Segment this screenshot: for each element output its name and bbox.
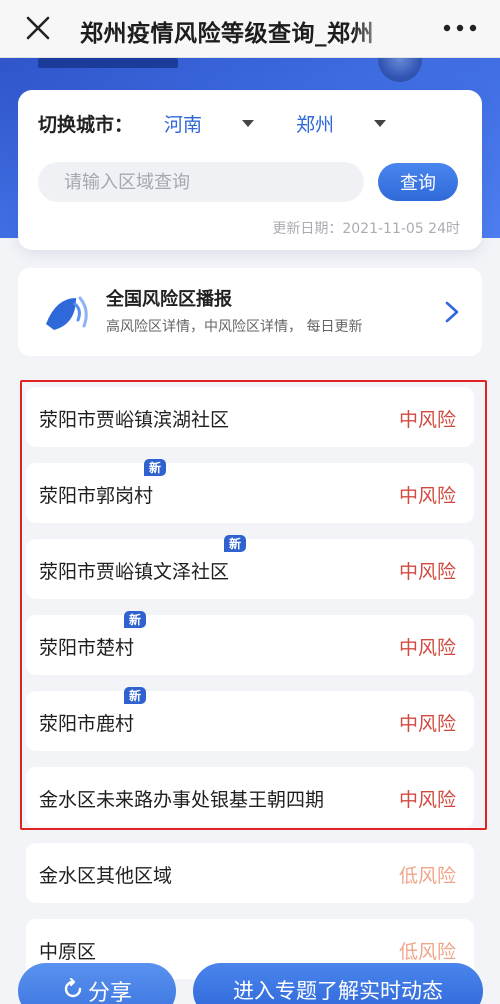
- chevron-right-icon: [445, 301, 459, 323]
- risk-list-item[interactable]: 金水区其他区域 低风险: [26, 843, 474, 903]
- area-name: 荥阳市贾峪镇滨湖社区: [39, 409, 230, 431]
- chevron-down-icon: [242, 120, 255, 127]
- risk-level: 中风险: [398, 409, 456, 431]
- risk-level: 中风险: [398, 789, 456, 811]
- update-date: 更新日期：2021-11-05 24时: [272, 221, 460, 237]
- banner-stripe: [38, 58, 178, 68]
- risk-list-item[interactable]: 荥阳市郭岗村 新 中风险: [26, 459, 474, 523]
- page-title: 郑州疫情风险等级查询_郑州: [80, 21, 374, 47]
- risk-level: 中风险: [398, 485, 456, 507]
- risk-level: 中风险: [398, 637, 456, 659]
- top-nav-bar: 郑州疫情风险等级查询_郑州: [0, 0, 500, 58]
- risk-list-item[interactable]: 荥阳市贾峪镇滨湖社区 中风险: [26, 387, 474, 447]
- enter-topic-button[interactable]: 进入专题了解实时动态: [193, 963, 483, 1004]
- more-dots-icon[interactable]: [442, 20, 478, 36]
- new-badge: 新: [124, 611, 146, 628]
- area-name: 金水区其他区域: [39, 865, 173, 887]
- broadcast-subtitle: 高风险区详情，中风险区详情， 每日更新: [106, 319, 363, 335]
- area-search-input[interactable]: [38, 162, 364, 202]
- new-badge: 新: [124, 687, 146, 704]
- national-risk-broadcast[interactable]: 全国风险区播报 高风险区详情，中风险区详情， 每日更新: [18, 268, 482, 356]
- risk-level: 中风险: [398, 713, 456, 735]
- area-name: 荥阳市楚村: [39, 637, 135, 659]
- highlight-annotation-box: [20, 380, 487, 830]
- area-name: 金水区未来路办事处银基王朝四期: [39, 789, 325, 811]
- province-select-value: 河南: [164, 114, 203, 136]
- risk-list-item[interactable]: 荥阳市贾峪镇文泽社区 新 中风险: [26, 535, 474, 599]
- bottom-action-bar: 分享 进入专题了解实时动态: [0, 958, 500, 1004]
- query-button[interactable]: 查询: [378, 163, 458, 201]
- risk-list-item[interactable]: 金水区未来路办事处银基王朝四期 中风险: [26, 767, 474, 827]
- city-switch-label: 切换城市：: [38, 114, 134, 136]
- new-badge: 新: [144, 459, 166, 476]
- city-select-value: 郑州: [296, 114, 335, 136]
- new-badge: 新: [224, 535, 246, 552]
- risk-level: 中风险: [398, 561, 456, 583]
- area-name: 荥阳市鹿村: [39, 713, 135, 735]
- broadcast-icon: [46, 296, 88, 330]
- risk-level: 低风险: [398, 865, 456, 887]
- area-name: 荥阳市郭岗村: [39, 485, 154, 507]
- risk-list-item[interactable]: 荥阳市鹿村 新 中风险: [26, 687, 474, 751]
- close-icon[interactable]: [22, 12, 54, 44]
- query-card: 切换城市： 河南 郑州 查询 更新日期：2021-11-05 24时: [18, 90, 482, 250]
- area-name: 荥阳市贾峪镇文泽社区: [39, 561, 230, 583]
- city-select[interactable]: 郑州: [296, 110, 387, 137]
- share-button[interactable]: 分享: [18, 963, 176, 1004]
- share-icon: [64, 978, 82, 998]
- risk-list-item[interactable]: 荥阳市楚村 新 中风险: [26, 611, 474, 675]
- broadcast-title: 全国风险区播报: [106, 289, 232, 310]
- chevron-down-icon: [374, 120, 387, 127]
- share-label: 分享: [87, 981, 132, 1004]
- province-select[interactable]: 河南: [164, 110, 255, 137]
